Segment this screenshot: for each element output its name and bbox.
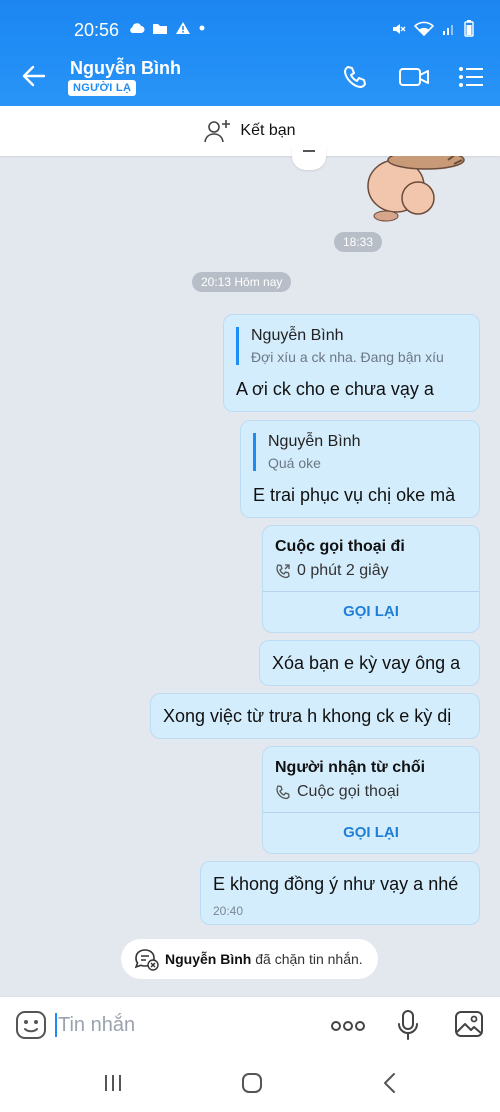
quoted-message[interactable]: Nguyễn Bình Đợi xíu a ck nha. Đang bận x…: [236, 327, 444, 365]
quote-text: Đợi xíu a ck nha. Đang bận xíu: [251, 349, 444, 365]
message-input-bar: Tin nhắn: [0, 996, 500, 1052]
message-bubble[interactable]: Nguyễn Bình Quá oke E trai phục vụ chị o…: [240, 420, 480, 518]
voice-record-button[interactable]: [396, 1009, 420, 1046]
message-text: Xóa bạn e kỳ vay ông a: [272, 653, 461, 673]
signal-icon: [443, 24, 453, 35]
chat-header: Nguyễn Bình NGƯỜI LẠ: [0, 46, 500, 106]
quoted-message[interactable]: Nguyễn Bình Quá oke: [253, 433, 361, 471]
more-dots-icon: [331, 1021, 365, 1031]
call-back-button[interactable]: GỌI LẠI: [263, 603, 479, 620]
text-caret: [55, 1013, 57, 1037]
message-bubble[interactable]: Nguyễn Bình Đợi xíu a ck nha. Đang bận x…: [223, 314, 480, 412]
message-bubble[interactable]: Xong việc từ trưa h khong ck e kỳ dị: [150, 693, 480, 739]
add-friend-label: Kết bạn: [240, 122, 296, 139]
folder-icon: [153, 23, 167, 34]
notice-text: Nguyễn Bình đã chặn tin nhắn.: [165, 951, 363, 967]
message-bubble[interactable]: E khong đồng ý như vạy a nhé 20:40: [200, 861, 480, 925]
divider: [263, 591, 479, 592]
call-title: Cuộc gọi thoại đi: [275, 538, 405, 555]
sticker-image[interactable]: [356, 156, 466, 222]
quote-text: Quá oke: [268, 455, 321, 471]
recent-apps-button[interactable]: [103, 1074, 123, 1097]
date-separator: 20:13 Hôm nay: [192, 272, 292, 292]
mute-icon: [393, 23, 406, 34]
video-camera-icon: [399, 68, 429, 86]
message-input[interactable]: Tin nhắn: [58, 1014, 135, 1037]
phone-icon: [344, 66, 366, 88]
quote-author: Nguyễn Bình: [268, 433, 361, 450]
call-title: Người nhận từ chối: [275, 759, 426, 776]
message-time: 20:40: [213, 904, 244, 918]
call-duration: 0 phút 2 giây: [297, 562, 389, 579]
list-menu-icon: [459, 67, 483, 87]
arrow-left-icon: [22, 65, 46, 87]
quote-author: Nguyễn Bình: [251, 327, 344, 344]
video-call-button[interactable]: [397, 62, 431, 92]
time-separator: 18:33: [334, 232, 383, 252]
message-text: Xong việc từ trưa h khong ck e kỳ dị: [163, 706, 452, 726]
stranger-badge: NGƯỜI LẠ: [68, 80, 137, 96]
blocked-notice: Nguyễn Bình đã chặn tin nhắn.: [121, 939, 378, 979]
call-type: Cuộc gọi thoại: [297, 783, 400, 800]
message-text: A ơi ck cho e chưa vạy a: [236, 379, 434, 399]
call-detail: Cuộc gọi thoại: [275, 783, 399, 801]
status-bar: 20:56: [0, 0, 500, 46]
status-left-icons: [128, 21, 206, 35]
call-detail: 0 phút 2 giây: [275, 562, 389, 580]
home-button[interactable]: [241, 1072, 263, 1099]
status-time: 20:56: [74, 20, 120, 40]
call-message[interactable]: Người nhận từ chối Cuộc gọi thoại GỌI LẠ…: [262, 746, 480, 854]
call-back-button[interactable]: GỌI LẠI: [263, 824, 479, 841]
sticker-button[interactable]: [15, 1010, 47, 1045]
message-text: E trai phục vụ chị oke mà: [253, 485, 456, 505]
image-icon: [455, 1011, 483, 1037]
cloud-icon: [130, 23, 145, 33]
warning-icon: [176, 22, 190, 34]
phone-outgoing-icon: [276, 564, 290, 579]
dot-icon: [199, 25, 205, 31]
battery-icon: [464, 20, 474, 37]
phone-icon: [276, 785, 290, 800]
reaction-button[interactable]: [292, 146, 326, 170]
back-button[interactable]: [20, 62, 48, 90]
message-text: E khong đồng ý như vạy a nhé: [213, 874, 459, 894]
recents-icon: [105, 1075, 121, 1091]
add-person-icon: [204, 120, 231, 143]
microphone-icon: [398, 1010, 418, 1040]
menu-button[interactable]: [456, 62, 486, 92]
wifi-icon: [414, 21, 434, 36]
contact-name[interactable]: Nguyễn Bình: [70, 58, 181, 79]
system-navigation-bar: [0, 1052, 500, 1112]
call-message[interactable]: Cuộc gọi thoại đi 0 phút 2 giây GỌI LẠI: [262, 525, 480, 633]
more-options-button[interactable]: [330, 1019, 366, 1037]
emoji-icon: [16, 1011, 46, 1039]
chevron-left-icon: [384, 1073, 395, 1093]
blocked-message-icon: [134, 949, 159, 971]
status-right-icons: [390, 20, 474, 37]
notice-name: Nguyễn Bình: [165, 951, 252, 967]
message-bubble[interactable]: Xóa bạn e kỳ vay ông a: [259, 640, 480, 686]
home-icon: [242, 1073, 262, 1093]
add-friend-button[interactable]: Kết bạn: [0, 106, 500, 156]
back-nav-button[interactable]: [380, 1072, 400, 1099]
image-button[interactable]: [454, 1010, 484, 1043]
voice-call-button[interactable]: [340, 62, 370, 92]
divider: [263, 812, 479, 813]
notice-message: đã chặn tin nhắn.: [255, 951, 363, 967]
chat-area[interactable]: 18:33 20:13 Hôm nay Nguyễn Bình Đợi xíu …: [0, 146, 500, 996]
